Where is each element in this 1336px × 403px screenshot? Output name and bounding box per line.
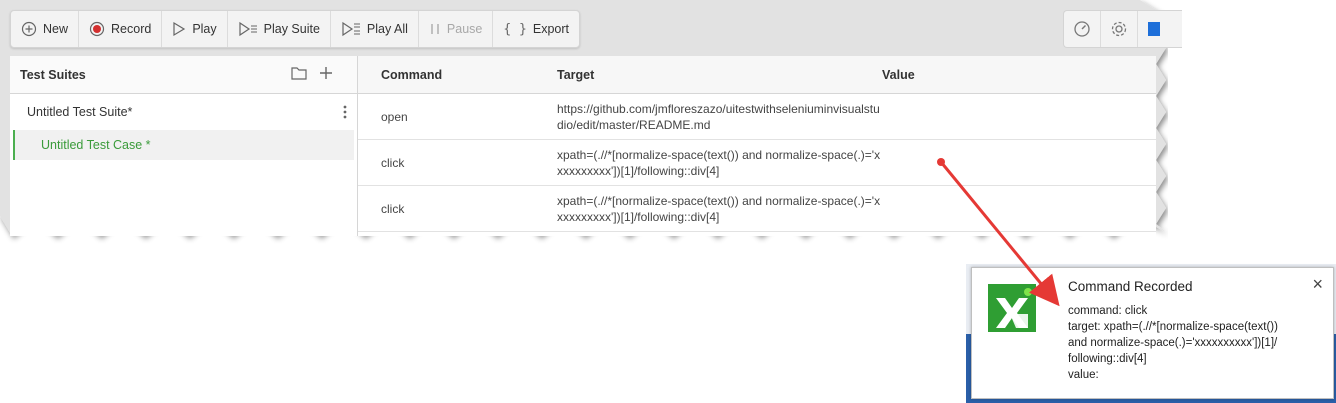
test-suite-label: Untitled Test Suite* <box>27 105 133 119</box>
table-row[interactable]: click xpath=(.//*[normalize-space(text()… <box>358 186 1156 232</box>
pause-button[interactable]: Pause <box>419 11 494 47</box>
play-suite-button[interactable]: Play Suite <box>228 11 331 47</box>
play-all-button[interactable]: Play All <box>331 11 419 47</box>
pause-icon <box>429 21 441 37</box>
target-header: Target <box>557 67 595 82</box>
plus-circle-icon <box>21 21 37 37</box>
table-row[interactable]: click xpath=(.//*[normalize-space(text()… <box>358 140 1156 186</box>
play-all-label: Play All <box>366 22 408 36</box>
notification-title: Command Recorded <box>1068 279 1193 294</box>
speedometer-icon[interactable] <box>1064 11 1101 47</box>
test-suites-header: Test Suites <box>10 56 357 94</box>
target-cell: xpath=(.//*[normalize-space(text()) and … <box>557 193 881 224</box>
new-button[interactable]: New <box>11 11 80 47</box>
play-button[interactable]: Play <box>162 11 228 47</box>
notification-line: and normalize-space(.)='xxxxxxxxxx'])[1]… <box>1068 337 1278 349</box>
record-label: Record <box>111 22 152 36</box>
target-cell: https://github.com/jmfloreszazo/uitestwi… <box>557 101 880 132</box>
add-icon[interactable] <box>319 66 333 83</box>
main-toolbar: New Record Play Play Suite Play All Paus… <box>10 10 580 48</box>
gear-icon[interactable] <box>1101 11 1138 47</box>
test-case-label: Untitled Test Case * <box>41 138 151 152</box>
table-header: Command Target Value <box>358 56 1156 94</box>
play-icon <box>172 21 186 37</box>
test-suites-panel: Test Suites Untitled Test Suite* Untitle… <box>10 56 358 236</box>
test-case-item[interactable]: Untitled Test Case * <box>13 130 354 160</box>
record-button[interactable]: Record <box>79 11 163 47</box>
close-icon[interactable]: × <box>1312 274 1323 295</box>
target-cell: xpath=(.//*[normalize-space(text()) and … <box>557 147 881 178</box>
blue-square-icon[interactable] <box>1138 11 1182 47</box>
notification-line: following::div[4] <box>1068 353 1147 365</box>
play-all-icon <box>341 21 361 37</box>
kebab-menu-icon[interactable] <box>343 105 347 122</box>
command-cell: click <box>381 201 405 216</box>
value-header: Value <box>882 67 915 82</box>
command-cell: click <box>381 155 405 170</box>
play-suite-icon <box>238 21 258 37</box>
command-recorded-notification: Command Recorded command: click target: … <box>971 267 1334 399</box>
notification-line: target: xpath=(.//*[normalize-space(text… <box>1068 321 1278 333</box>
braces-icon: { } <box>503 21 527 37</box>
app-window: New Record Play Play Suite Play All Paus… <box>0 0 1182 250</box>
notification-line: value: <box>1068 369 1099 381</box>
folder-icon[interactable] <box>291 66 307 83</box>
test-suites-title: Test Suites <box>20 67 86 82</box>
command-table: Command Target Value open https://github… <box>358 56 1156 236</box>
play-label: Play <box>192 22 217 36</box>
panel-header-icons <box>291 66 333 83</box>
export-button[interactable]: { } Export <box>493 11 579 47</box>
command-cell: open <box>381 109 408 124</box>
pause-label: Pause <box>446 22 483 36</box>
export-label: Export <box>532 22 569 36</box>
app-logo-icon <box>988 284 1036 332</box>
notification-line: command: click <box>1068 305 1148 317</box>
notification-body: command: click target: xpath=(.//*[norma… <box>1068 303 1308 383</box>
test-suite-item[interactable]: Untitled Test Suite* <box>10 94 357 130</box>
right-toolbar <box>1063 10 1182 48</box>
command-header: Command <box>381 67 443 82</box>
record-icon <box>89 21 105 37</box>
new-label: New <box>43 22 69 36</box>
table-row[interactable]: open https://github.com/jmfloreszazo/uit… <box>358 94 1156 140</box>
play-suite-label: Play Suite <box>263 22 320 36</box>
